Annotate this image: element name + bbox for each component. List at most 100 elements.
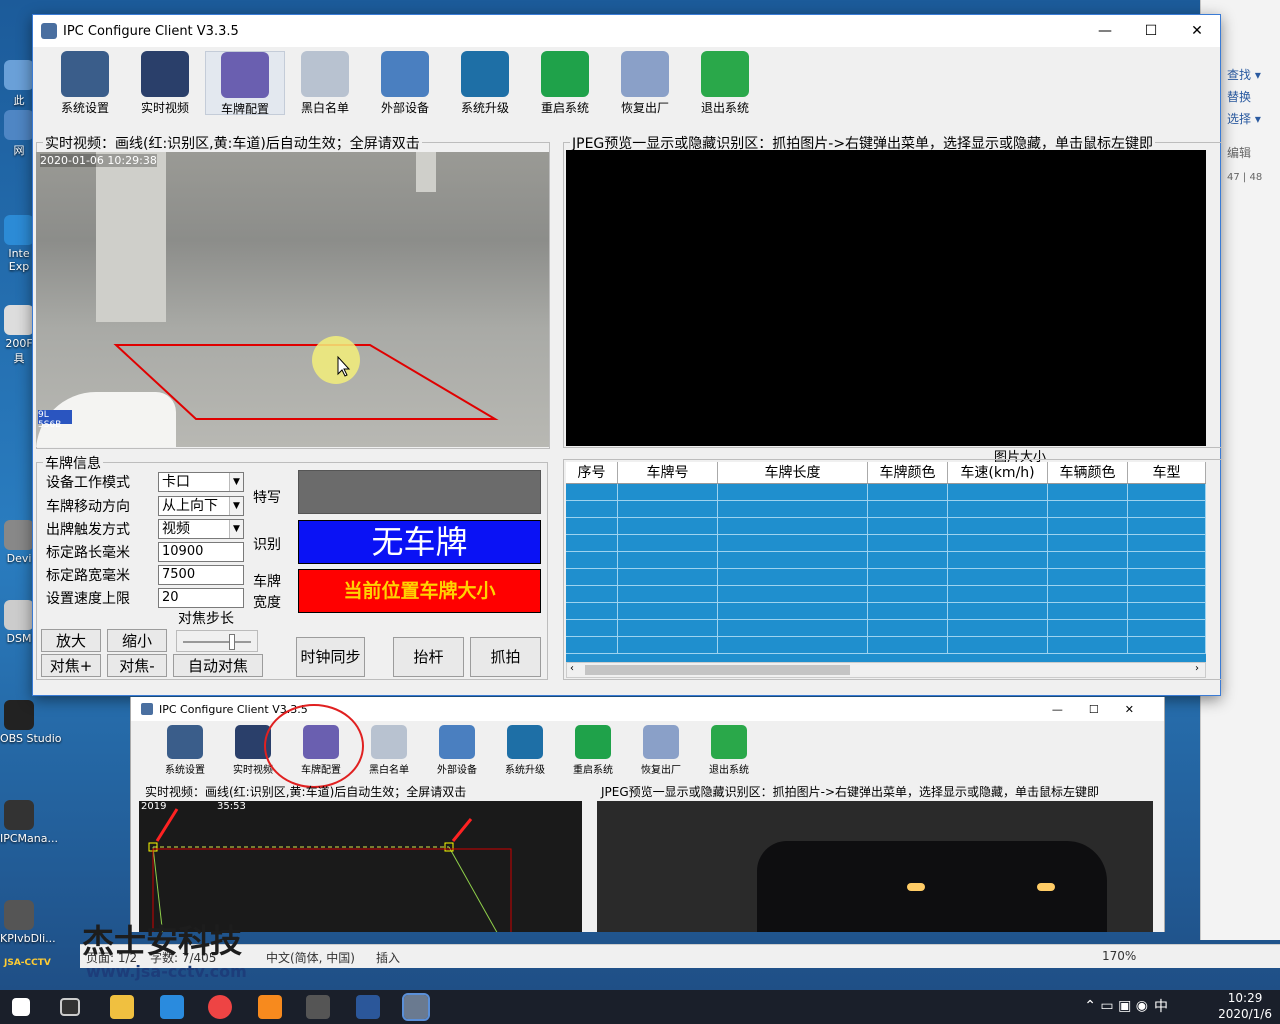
- cursor-highlight: [312, 336, 360, 384]
- focus-step-slider[interactable]: [176, 630, 258, 652]
- start-button-icon[interactable]: [12, 998, 30, 1016]
- table-h-scrollbar[interactable]: ‹ ›: [566, 662, 1206, 678]
- edit-group-label: 编辑: [1227, 146, 1252, 160]
- recognized-plate-display: 无车牌: [298, 520, 541, 564]
- recognition-zone[interactable]: [113, 344, 499, 420]
- table-header-cell[interactable]: 车牌号: [618, 462, 718, 483]
- toolbar-button-3[interactable]: 车牌配置: [205, 51, 285, 116]
- camera-app-icon[interactable]: [306, 995, 330, 1019]
- plate-field-select[interactable]: 卡口 ▼: [158, 472, 244, 492]
- dropdown-arrow-icon[interactable]: ▼: [229, 473, 243, 491]
- task-view-icon[interactable]: [60, 998, 80, 1016]
- table-header-cell[interactable]: 车速(km/h): [948, 462, 1048, 483]
- dropdown-arrow-icon[interactable]: ▼: [229, 497, 243, 515]
- table-cell: [868, 603, 948, 619]
- toolbar-button-8[interactable]: 恢复出厂: [605, 51, 685, 115]
- app-icon: [4, 800, 34, 830]
- app-icon: [41, 23, 57, 39]
- tutorial-toolbar-label: 重启系统: [573, 765, 613, 776]
- file-explorer-icon[interactable]: [110, 995, 134, 1019]
- video-group-label: 实时视频：画线(红:识别区,黄:车道)后自动生效；全屏请双击: [43, 133, 422, 153]
- table-row[interactable]: [566, 586, 1206, 603]
- focus-minus-button[interactable]: 对焦-: [107, 654, 167, 677]
- table-header-cell[interactable]: 车牌颜色: [868, 462, 948, 483]
- plate-field-select[interactable]: 从上向下 ▼: [158, 496, 244, 516]
- minimize-button[interactable]: —: [1082, 15, 1128, 47]
- maximize-button[interactable]: ☐: [1128, 15, 1174, 47]
- dropdown-arrow-icon[interactable]: ▼: [229, 520, 243, 538]
- plate-field-input[interactable]: 20: [158, 588, 244, 608]
- toolbar-button-5[interactable]: 外部设备: [365, 51, 445, 115]
- scroll-thumb[interactable]: [585, 665, 850, 675]
- jpeg-preview[interactable]: [566, 150, 1206, 446]
- find-button[interactable]: 查找 ▾: [1227, 66, 1261, 83]
- toolbar-button-label: 退出系统: [700, 101, 749, 115]
- table-cell: [868, 484, 948, 500]
- notepad-icon: [371, 725, 407, 759]
- table-header-cell[interactable]: 序号: [566, 462, 618, 483]
- desktop-icon[interactable]: KPIvbDli...: [0, 900, 56, 945]
- plate-field-input[interactable]: 10900: [158, 542, 244, 562]
- toolbar-button-6[interactable]: 系统升级: [445, 51, 525, 115]
- close-button[interactable]: ✕: [1174, 15, 1220, 47]
- table-cell: [718, 603, 868, 619]
- toolbar-button-9[interactable]: 退出系统: [685, 51, 765, 115]
- table-header-cell[interactable]: 车牌长度: [718, 462, 868, 483]
- tutorial-toolbar-button: 退出系统: [695, 725, 763, 776]
- table-row[interactable]: [566, 637, 1206, 654]
- clock[interactable]: 10:29 2020/1/6: [1218, 990, 1272, 1022]
- title-bar[interactable]: IPC Configure Client V3.3.5 — ☐ ✕: [33, 15, 1220, 47]
- closeup-panel: [298, 470, 541, 514]
- scroll-left-icon[interactable]: ‹: [570, 663, 574, 674]
- capture-button[interactable]: 抓拍: [470, 637, 541, 677]
- focus-plus-button[interactable]: 对焦+: [41, 654, 101, 677]
- live-video[interactable]: 9L 5S6B 2020-01-06 10:29:38: [36, 152, 549, 447]
- table-header-cell[interactable]: 车型: [1128, 462, 1206, 483]
- desktop-icon[interactable]: IPCMana...: [0, 800, 58, 845]
- toolbar-button-7[interactable]: 重启系统: [525, 51, 605, 115]
- zoom-level[interactable]: 170%: [1102, 949, 1136, 963]
- replace-button[interactable]: 替换: [1227, 88, 1251, 105]
- table-row[interactable]: [566, 620, 1206, 637]
- table-row[interactable]: [566, 501, 1206, 518]
- toolbar-button-2[interactable]: 实时视频: [125, 51, 205, 115]
- table-row[interactable]: [566, 552, 1206, 569]
- ime-indicator[interactable]: 中: [1154, 996, 1168, 1016]
- select-button[interactable]: 选择 ▾: [1227, 110, 1261, 127]
- table-cell: [618, 535, 718, 551]
- toolbar-button-4[interactable]: 黑白名单: [285, 51, 365, 115]
- zoom-out-button[interactable]: 缩小: [107, 629, 167, 652]
- desktop-icon[interactable]: OBS Studio: [0, 700, 62, 745]
- slider-thumb[interactable]: [229, 634, 235, 650]
- scroll-right-icon[interactable]: ›: [1195, 663, 1199, 674]
- clock-sync-button[interactable]: 时钟同步: [296, 637, 365, 677]
- vlc-icon[interactable]: [258, 995, 282, 1019]
- table-cell: [1128, 620, 1206, 636]
- insert-mode[interactable]: 插入: [376, 949, 400, 966]
- plate-field-input[interactable]: 7500: [158, 565, 244, 585]
- records-table[interactable]: 序号 车牌号 车牌长度 车牌颜色 车速(km/h) 车辆颜色 车型: [566, 462, 1206, 662]
- taskbar: ⌃ ▭ ▣ ◉ 中 10:29 2020/1/6: [0, 990, 1280, 1024]
- chrome-icon[interactable]: [208, 995, 232, 1019]
- desktop-icon-label: OBS Studio: [0, 732, 62, 745]
- main-toolbar: 系统设置 实时视频 车牌配置 黑白名单 外部设备 系统升级 重启系统 恢复出厂 退出系统: [45, 51, 765, 116]
- word-icon[interactable]: [356, 995, 380, 1019]
- table-row[interactable]: [566, 535, 1206, 552]
- table-row[interactable]: [566, 518, 1206, 535]
- lift-button[interactable]: 抬杆: [393, 637, 464, 677]
- zoom-in-button[interactable]: 放大: [41, 629, 101, 652]
- plate-width-label: 车牌 宽度: [253, 574, 281, 611]
- auto-focus-button[interactable]: 自动对焦: [173, 654, 263, 677]
- table-header-cell[interactable]: 车辆颜色: [1048, 462, 1128, 483]
- table-row[interactable]: [566, 603, 1206, 620]
- table-row[interactable]: [566, 569, 1206, 586]
- table-cell: [566, 518, 618, 534]
- toolbar-button-1[interactable]: 系统设置: [45, 51, 125, 115]
- exit-icon: [701, 51, 749, 97]
- ie-icon[interactable]: [160, 995, 184, 1019]
- table-row[interactable]: [566, 484, 1206, 501]
- ipc-client-taskbar-icon[interactable]: [402, 993, 430, 1021]
- plate-field-select[interactable]: 视频 ▼: [158, 519, 244, 539]
- language-indicator[interactable]: 中文(简体, 中国): [266, 949, 355, 966]
- tray-icons[interactable]: ⌃ ▭ ▣ ◉: [1084, 998, 1148, 1014]
